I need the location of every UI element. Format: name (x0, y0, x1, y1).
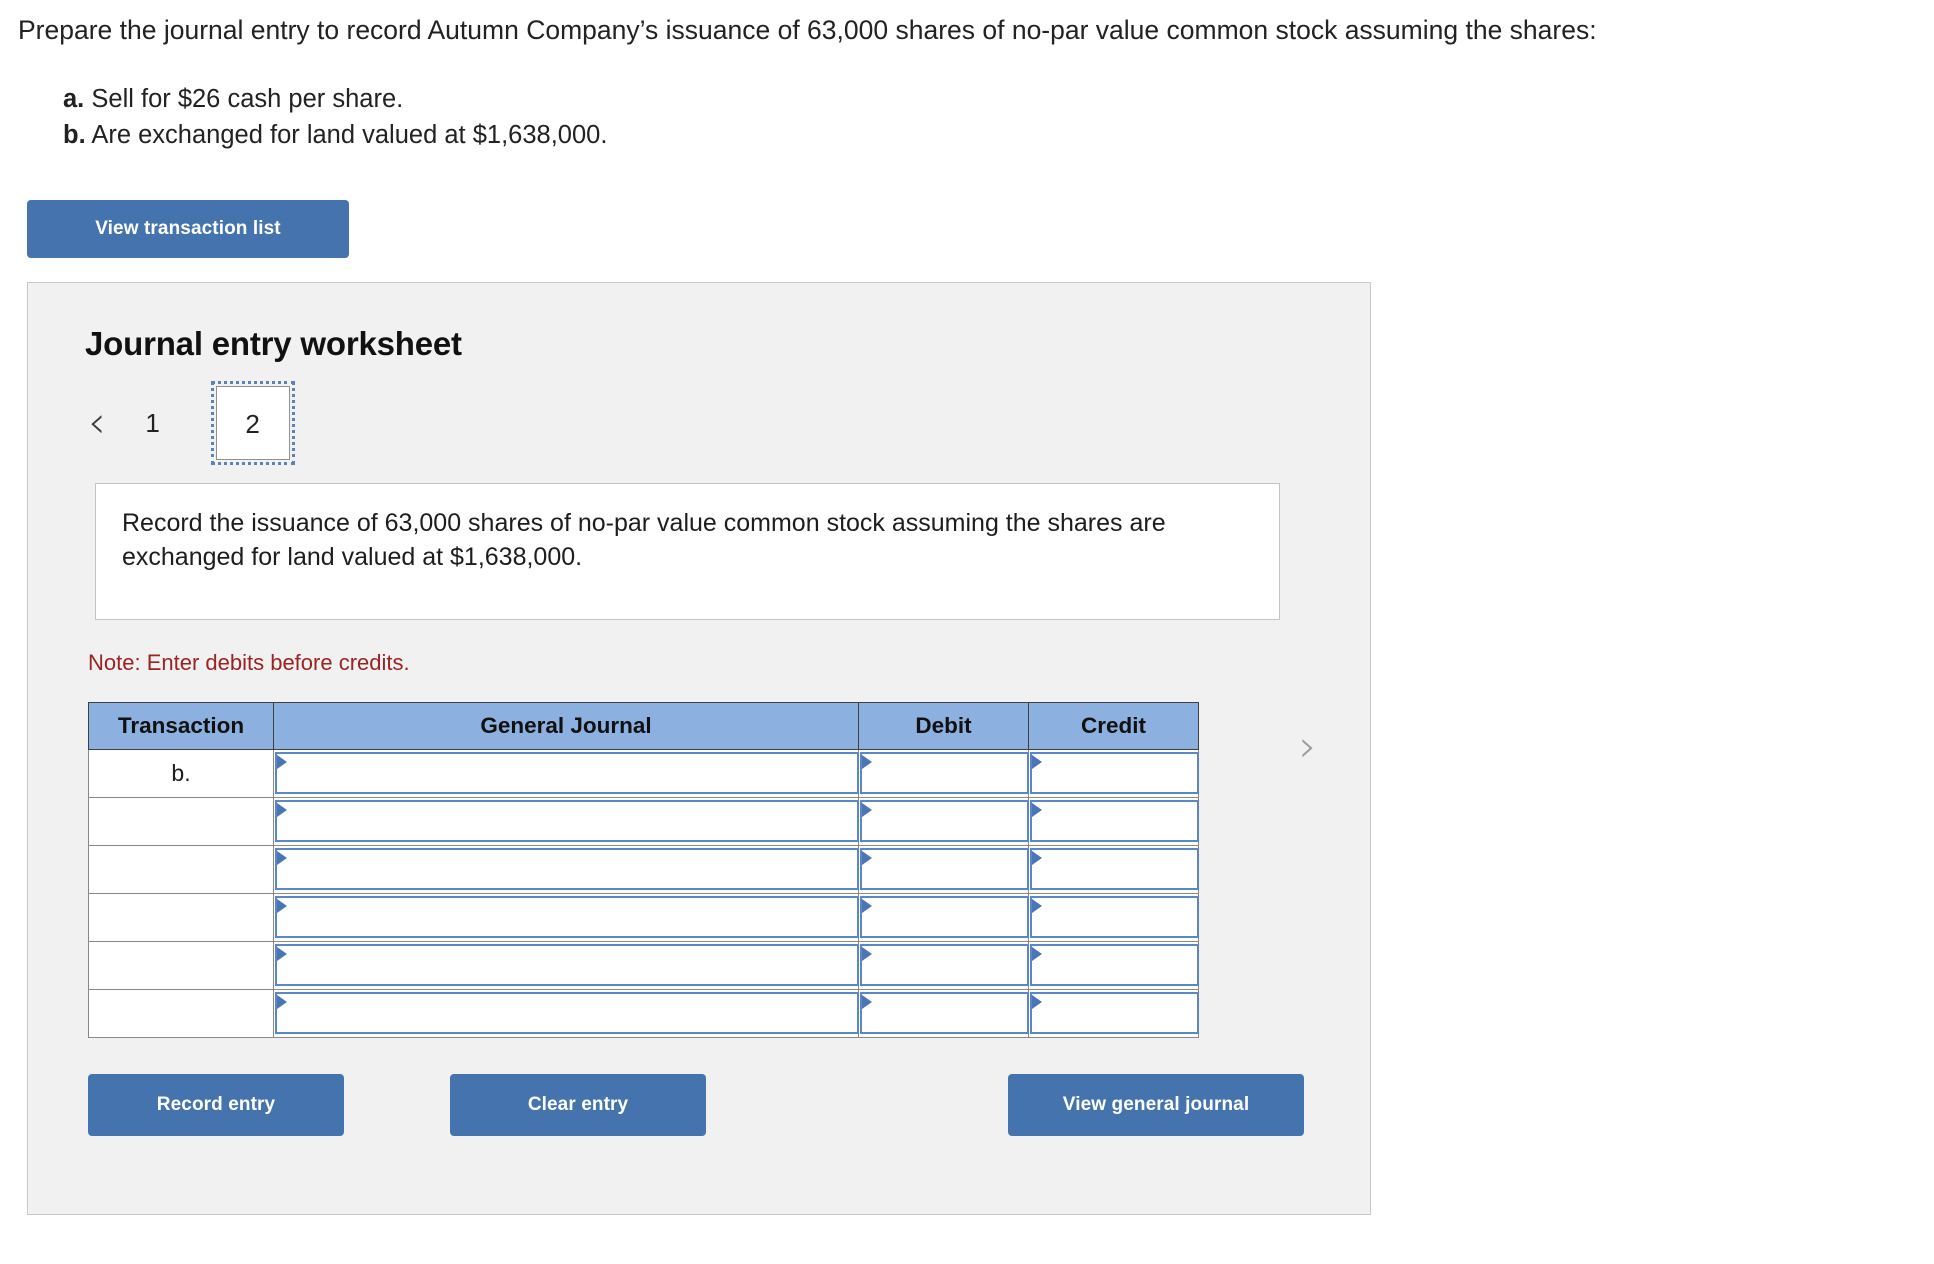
cell-transaction-3 (88, 892, 274, 942)
cell-transaction-0: b. (88, 748, 274, 798)
cell-debit-5[interactable] (858, 988, 1029, 1038)
journal-table-header-row: Transaction General Journal Debit Credit (88, 701, 1199, 750)
credit-input-3[interactable] (1030, 896, 1199, 939)
credit-input-4[interactable] (1030, 944, 1199, 987)
cell-transaction-2 (88, 844, 274, 894)
credit-input-0[interactable] (1030, 752, 1199, 795)
cell-credit-0[interactable] (1028, 748, 1199, 798)
view-transaction-list-button[interactable]: View transaction list (27, 199, 349, 258)
table-row (88, 988, 1199, 1038)
credit-input-2[interactable] (1030, 848, 1199, 891)
record-entry-button[interactable]: Record entry (88, 1073, 344, 1136)
cell-credit-2[interactable] (1028, 844, 1199, 894)
cell-general-journal-4[interactable] (273, 940, 859, 990)
credit-input-1[interactable] (1030, 800, 1199, 843)
journal-entry-worksheet-panel: Journal entry worksheet ‹ 1 2 › Record t… (27, 281, 1371, 1215)
debits-before-credits-note: Note: Enter debits before credits. (88, 649, 410, 675)
cell-credit-4[interactable] (1028, 940, 1199, 990)
general-journal-input-2[interactable] (275, 848, 859, 891)
cell-debit-0[interactable] (858, 748, 1029, 798)
table-row (88, 844, 1199, 894)
cell-general-journal-0[interactable] (273, 748, 859, 798)
cell-general-journal-5[interactable] (273, 988, 859, 1038)
chevron-left-icon[interactable]: ‹ (78, 400, 116, 445)
cell-general-journal-1[interactable] (273, 796, 859, 846)
view-general-journal-button[interactable]: View general journal (1008, 1073, 1304, 1136)
cell-general-journal-3[interactable] (273, 892, 859, 942)
pager-page-2[interactable]: 2 (210, 380, 295, 465)
question-prompt: Prepare the journal entry to record Autu… (18, 15, 1597, 45)
question-sub-list: a. Sell for $26 cash per share. b. Are e… (18, 81, 1916, 153)
cell-debit-3[interactable] (858, 892, 1029, 942)
question-item-b-text: Are exchanged for land valued at $1,638,… (91, 121, 608, 150)
table-row (88, 892, 1199, 942)
column-header-debit: Debit (858, 701, 1029, 750)
worksheet-pager: ‹ 1 2 (28, 380, 1370, 465)
cell-credit-5[interactable] (1028, 988, 1199, 1038)
question-item-b-label: b. (63, 121, 86, 150)
question-item-b: b. Are exchanged for land valued at $1,6… (63, 117, 1916, 153)
credit-input-5[interactable] (1030, 992, 1199, 1035)
debit-input-5[interactable] (860, 992, 1029, 1035)
cell-transaction-1 (88, 796, 274, 846)
worksheet-actions: Record entry Clear entry View general jo… (88, 1073, 1370, 1136)
instruction-box: Record the issuance of 63,000 shares of … (95, 482, 1280, 620)
cell-transaction-4 (88, 940, 274, 990)
cell-general-journal-2[interactable] (273, 844, 859, 894)
question-item-a-label: a. (63, 85, 85, 114)
table-row: b. (88, 748, 1199, 798)
chevron-right-icon[interactable]: › (1289, 724, 1327, 769)
cell-transaction-5 (88, 988, 274, 1038)
question-block: Prepare the journal entry to record Autu… (0, 0, 1934, 154)
general-journal-input-0[interactable] (275, 752, 859, 795)
worksheet-title: Journal entry worksheet (85, 324, 462, 362)
column-header-credit: Credit (1028, 701, 1199, 750)
general-journal-input-1[interactable] (275, 800, 859, 843)
column-header-transaction: Transaction (88, 701, 274, 750)
general-journal-input-4[interactable] (275, 944, 859, 987)
journal-table: Transaction General Journal Debit Credit… (88, 701, 1199, 1038)
cell-debit-2[interactable] (858, 844, 1029, 894)
table-row (88, 796, 1199, 846)
debit-input-3[interactable] (860, 896, 1029, 939)
cell-credit-1[interactable] (1028, 796, 1199, 846)
debit-input-4[interactable] (860, 944, 1029, 987)
column-header-general-journal: General Journal (273, 701, 859, 750)
question-item-a: a. Sell for $26 cash per share. (63, 81, 1916, 117)
general-journal-input-3[interactable] (275, 896, 859, 939)
debit-input-1[interactable] (860, 800, 1029, 843)
clear-entry-button[interactable]: Clear entry (450, 1073, 706, 1136)
debit-input-2[interactable] (860, 848, 1029, 891)
cell-credit-3[interactable] (1028, 892, 1199, 942)
instruction-text: Record the issuance of 63,000 shares of … (122, 508, 1166, 572)
cell-debit-4[interactable] (858, 940, 1029, 990)
table-row (88, 940, 1199, 990)
debit-input-0[interactable] (860, 752, 1029, 795)
journal-table-wrap: Transaction General Journal Debit Credit… (88, 701, 1199, 1038)
cell-debit-1[interactable] (858, 796, 1029, 846)
pager-page-1[interactable]: 1 (116, 386, 190, 460)
general-journal-input-5[interactable] (275, 992, 859, 1035)
question-item-a-text: Sell for $26 cash per share. (91, 85, 404, 114)
